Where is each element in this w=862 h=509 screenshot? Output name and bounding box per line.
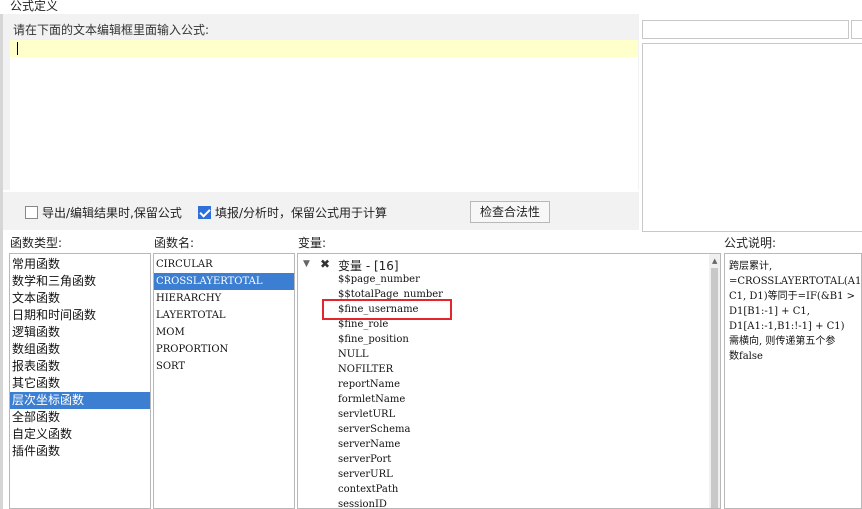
variable-item[interactable]: contextPath bbox=[338, 482, 398, 497]
search-button[interactable] bbox=[851, 20, 862, 39]
export-keep-formula-checkbox[interactable] bbox=[25, 206, 38, 219]
function-name-list: CIRCULAR CROSSLAYERTOTAL HIERARCHY LAYERTOT… bbox=[153, 253, 295, 509]
title-bar bbox=[0, 0, 862, 14]
export-keep-formula-label: 导出/编辑结果时,保留公式 bbox=[42, 206, 182, 220]
description-panel: 跨层累计, =CROSSLAYERTOTAL(A1, B C1, D1)等同于=… bbox=[724, 253, 862, 509]
function-name-item[interactable]: CROSSLAYERTOTAL bbox=[154, 273, 294, 290]
formula-editor[interactable] bbox=[10, 40, 638, 190]
variable-item[interactable]: serverName bbox=[338, 437, 400, 452]
function-name-item[interactable]: CIRCULAR bbox=[154, 256, 294, 273]
function-type-item[interactable]: 常用函数 bbox=[10, 256, 150, 273]
variable-item[interactable]: serverURL bbox=[338, 467, 393, 482]
highlight-annotation-box bbox=[322, 299, 452, 320]
variable-item[interactable]: serverPort bbox=[338, 452, 391, 467]
description-text: 跨层累计, =CROSSLAYERTOTAL(A1, B C1, D1)等同于=… bbox=[729, 261, 862, 362]
variable-item[interactable]: $fine_position bbox=[338, 332, 409, 347]
variable-item[interactable]: sessionID bbox=[338, 497, 387, 508]
description-label: 公式说明: bbox=[724, 236, 777, 250]
function-name-item[interactable]: MOM bbox=[154, 324, 294, 341]
function-type-item[interactable]: 日期和时间函数 bbox=[10, 307, 150, 324]
function-type-item[interactable]: 其它函数 bbox=[10, 375, 150, 392]
scrollbar-thumb[interactable] bbox=[711, 268, 718, 508]
function-type-item[interactable]: 数学和三角函数 bbox=[10, 273, 150, 290]
function-name-label: 函数名: bbox=[154, 236, 195, 250]
function-type-list: 常用函数 数学和三角函数 文本函数 日期和时间函数 逻辑函数 数组函数 报表函数 其它函数 层次… bbox=[9, 253, 151, 509]
function-type-item[interactable]: 数组函数 bbox=[10, 341, 150, 358]
function-type-item[interactable]: 文本函数 bbox=[10, 290, 150, 307]
preview-panel bbox=[642, 43, 862, 232]
fill-keep-formula-label: 填报/分析时，保留公式用于计算 bbox=[215, 206, 388, 220]
formula-editor-current-line[interactable] bbox=[10, 40, 638, 57]
function-type-item[interactable]: 自定义函数 bbox=[10, 426, 150, 443]
variable-item[interactable]: NULL bbox=[338, 347, 368, 362]
scroll-up-icon[interactable]: ▲ bbox=[712, 257, 717, 265]
variable-item[interactable]: reportName bbox=[338, 377, 400, 392]
variable-item[interactable]: $$page_number bbox=[338, 272, 420, 287]
function-type-item[interactable]: 层次坐标函数 bbox=[10, 392, 150, 409]
function-type-item[interactable]: 插件函数 bbox=[10, 443, 150, 460]
check-validity-button[interactable]: 检查合法性 bbox=[470, 201, 550, 223]
variables-label: 变量: bbox=[298, 236, 327, 250]
variables-tree: ▼ ✖ 变量 - [16] ▲ $$page_number $$totalPage… bbox=[297, 253, 721, 509]
dialog-title: 公式定义 bbox=[10, 0, 59, 13]
text-caret bbox=[17, 42, 18, 55]
function-type-label: 函数类型: bbox=[10, 236, 63, 250]
variable-item[interactable]: NOFILTER bbox=[338, 362, 393, 377]
fill-keep-formula-checkbox[interactable] bbox=[198, 206, 211, 219]
editor-prompt: 请在下面的文本编辑框里面输入公式: bbox=[13, 23, 210, 37]
search-input[interactable] bbox=[642, 20, 849, 39]
function-type-item[interactable]: 逻辑函数 bbox=[10, 324, 150, 341]
function-type-item[interactable]: 全部函数 bbox=[10, 409, 150, 426]
function-name-item[interactable]: PROPORTION bbox=[154, 341, 294, 358]
function-type-item[interactable]: 报表函数 bbox=[10, 358, 150, 375]
collapse-arrow-icon[interactable]: ▼ bbox=[303, 259, 310, 269]
variable-item[interactable]: formletName bbox=[338, 392, 405, 407]
function-name-item[interactable]: LAYERTOTAL bbox=[154, 307, 294, 324]
variable-group-icon: ✖ bbox=[320, 257, 331, 271]
variable-item[interactable]: serverSchema bbox=[338, 422, 410, 437]
variables-scrollbar[interactable]: ▲ bbox=[709, 254, 720, 508]
function-name-item[interactable]: HIERARCHY bbox=[154, 290, 294, 307]
variable-item[interactable]: servletURL bbox=[338, 407, 395, 422]
function-name-item[interactable]: SORT bbox=[154, 358, 294, 375]
